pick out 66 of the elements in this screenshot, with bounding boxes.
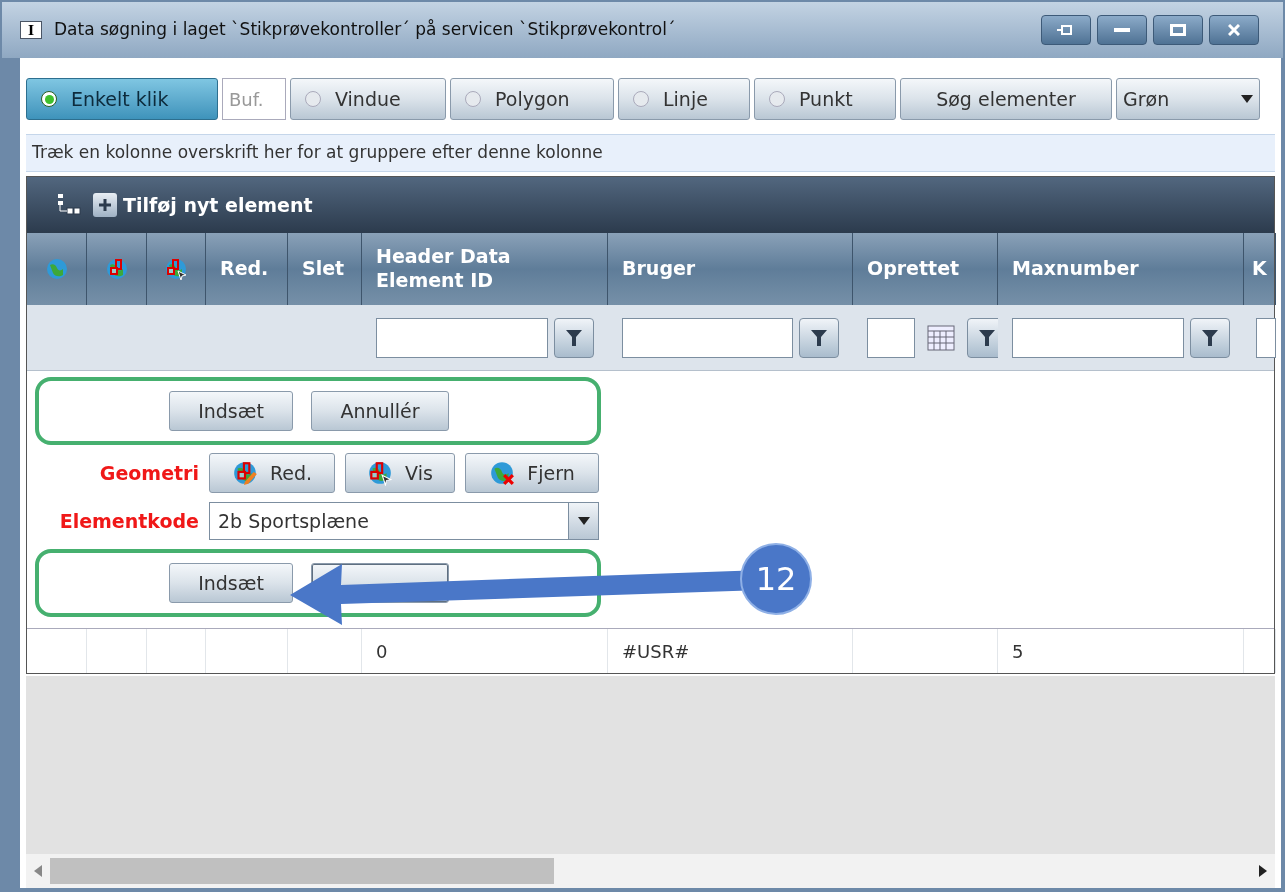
color-dropdown[interactable]: Grøn bbox=[1116, 78, 1260, 120]
table-cell-text: 5 bbox=[1012, 639, 1024, 664]
filter-input[interactable] bbox=[1012, 317, 1184, 358]
calendar-icon[interactable] bbox=[927, 324, 955, 351]
mode-radio-button[interactable]: Enkelt klik bbox=[26, 78, 218, 120]
mode-radio-button[interactable]: Vindue bbox=[290, 78, 446, 120]
globe-cursor-icon bbox=[367, 460, 394, 486]
filter-button[interactable] bbox=[967, 317, 998, 358]
scrollbar-thumb[interactable] bbox=[50, 858, 554, 884]
geometry-button[interactable]: Vis bbox=[345, 453, 455, 493]
pin-button[interactable] bbox=[1041, 15, 1091, 45]
maximize-icon bbox=[1170, 24, 1186, 36]
element-code-dropdown[interactable]: 2b Sportsplæne bbox=[209, 502, 599, 540]
column-header[interactable]: Bruger bbox=[622, 257, 696, 281]
field-label: Elementkode bbox=[58, 508, 199, 534]
filter-button[interactable] bbox=[554, 317, 594, 358]
filter-input[interactable] bbox=[1256, 317, 1276, 358]
maximize-button[interactable] bbox=[1153, 15, 1203, 45]
action-button[interactable]: Indsæt bbox=[169, 391, 293, 431]
field-label: Geometri bbox=[98, 460, 199, 486]
date-input[interactable] bbox=[867, 317, 915, 358]
globe-pencil-icon bbox=[231, 460, 258, 486]
hierarchy-icon bbox=[55, 192, 83, 218]
caret-icon bbox=[577, 517, 590, 525]
search-elements-button[interactable]: Søg elementer bbox=[900, 78, 1112, 120]
column-header[interactable]: Red. bbox=[220, 257, 269, 281]
minimize-button[interactable] bbox=[1097, 15, 1147, 45]
plus-icon bbox=[93, 193, 117, 217]
table-cell-text: #USR# bbox=[622, 639, 690, 664]
group-by-panel: Træk en kolonne overskrift her for at gruppere efter denne kolonne bbox=[26, 134, 1275, 172]
scroll-left-icon bbox=[34, 865, 42, 877]
buffer-input[interactable]: Buf. bbox=[222, 78, 286, 120]
column-header[interactable]: K bbox=[1252, 257, 1267, 281]
mode-radio-button[interactable]: Linje bbox=[618, 78, 750, 120]
mode-radio-button[interactable]: Polygon bbox=[450, 78, 614, 120]
filter-icon bbox=[566, 329, 582, 346]
scroll-right-icon bbox=[1259, 865, 1267, 877]
globe-icon bbox=[44, 257, 69, 281]
action-button[interactable]: Indsæt bbox=[169, 563, 293, 603]
window-title: Data søgning i laget `Stikprøvekontroller´ på servicen `Stikprøvekontrol´ bbox=[54, 18, 676, 42]
caret-icon bbox=[1241, 95, 1253, 103]
geometry-button[interactable]: Fjern bbox=[465, 453, 599, 493]
filter-icon bbox=[1202, 329, 1218, 346]
action-button[interactable]: Annullér bbox=[311, 391, 449, 431]
close-button[interactable] bbox=[1209, 15, 1259, 45]
filter-button[interactable] bbox=[799, 317, 839, 358]
filter-input[interactable] bbox=[622, 317, 793, 358]
close-icon bbox=[1228, 24, 1240, 36]
column-header[interactable]: Oprettet bbox=[867, 257, 960, 281]
geometry-button[interactable]: Red. bbox=[209, 453, 335, 493]
globe-cursor-icon bbox=[164, 257, 188, 281]
filter-icon bbox=[811, 329, 827, 346]
column-header[interactable]: Maxnumber bbox=[1012, 257, 1139, 281]
filter-button[interactable] bbox=[1190, 317, 1230, 358]
mode-radio-button[interactable]: Punkt bbox=[754, 78, 896, 120]
window-icon: I bbox=[20, 21, 42, 39]
minimize-icon bbox=[1114, 28, 1130, 32]
filter-icon bbox=[979, 329, 995, 346]
column-header[interactable]: Slet bbox=[302, 257, 345, 281]
globe-shapes-icon bbox=[104, 257, 129, 281]
table-cell-text: 0 bbox=[376, 639, 388, 664]
add-element-button[interactable]: Tilføj nyt element bbox=[93, 190, 313, 220]
filter-input[interactable] bbox=[376, 317, 548, 358]
column-header[interactable]: Header Data Element ID bbox=[376, 245, 593, 293]
horizontal-scrollbar[interactable] bbox=[26, 854, 1275, 888]
globe-x-icon bbox=[489, 460, 516, 486]
